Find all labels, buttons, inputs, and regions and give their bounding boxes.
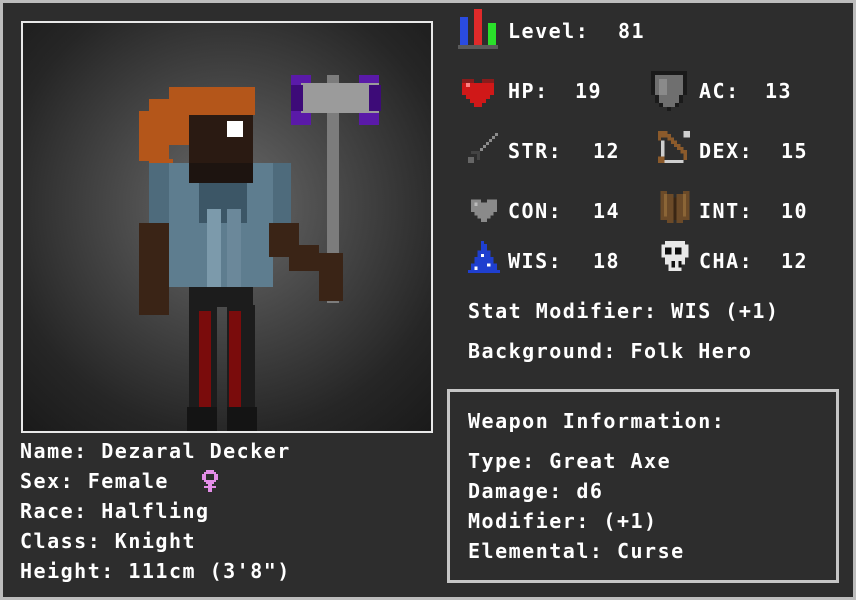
hp-label: HP:: [508, 79, 549, 103]
character-card: Level: 81 HP: 19 AC: 13 STR: 12 DEX: 15 …: [3, 3, 853, 597]
grey-heart-icon: [468, 193, 500, 229]
wis-value: 18: [593, 249, 621, 273]
weapon-type: Type: Great Axe: [468, 449, 672, 473]
book-icon: [660, 191, 690, 227]
character-class: Class: Knight: [20, 529, 197, 553]
background: Background: Folk Hero: [468, 339, 753, 363]
character-name: Name: Dezaral Decker: [20, 439, 291, 463]
bow-icon: [658, 131, 690, 167]
weapon-elemental: Elemental: Curse: [468, 539, 685, 563]
con-value: 14: [593, 199, 621, 223]
wis-label: WIS:: [508, 249, 563, 273]
con-label: CON:: [508, 199, 563, 223]
int-label: INT:: [699, 199, 754, 223]
shield-icon: [651, 71, 687, 115]
heart-icon: [458, 71, 498, 115]
female-symbol-icon: [202, 470, 218, 496]
ac-label: AC:: [699, 79, 740, 103]
character-sprite: [139, 75, 381, 431]
character-height: Height: 111cm (3'8"): [20, 559, 291, 583]
int-value: 10: [781, 199, 809, 223]
level-value: 81: [618, 19, 646, 43]
level-bars-icon: [458, 9, 498, 53]
level-label: Level:: [508, 19, 590, 43]
str-value: 12: [593, 139, 621, 163]
cha-value: 12: [781, 249, 809, 273]
skull-icon: [661, 241, 689, 275]
hp-value: 19: [575, 79, 603, 103]
ac-value: 13: [765, 79, 793, 103]
character-sex: Sex: Female: [20, 469, 169, 493]
dex-value: 15: [781, 139, 809, 163]
character-race: Race: Halfling: [20, 499, 210, 523]
dex-label: DEX:: [699, 139, 754, 163]
sword-icon: [468, 133, 498, 167]
wizard-hat-icon: [468, 241, 500, 277]
stat-modifier: Stat Modifier: WIS (+1): [468, 299, 780, 323]
weapon-damage: Damage: d6: [468, 479, 604, 503]
character-portrait: [21, 21, 433, 433]
weapon-info-title: Weapon Information:: [468, 409, 726, 433]
cha-label: CHA:: [699, 249, 754, 273]
str-label: STR:: [508, 139, 563, 163]
weapon-modifier: Modifier: (+1): [468, 509, 658, 533]
